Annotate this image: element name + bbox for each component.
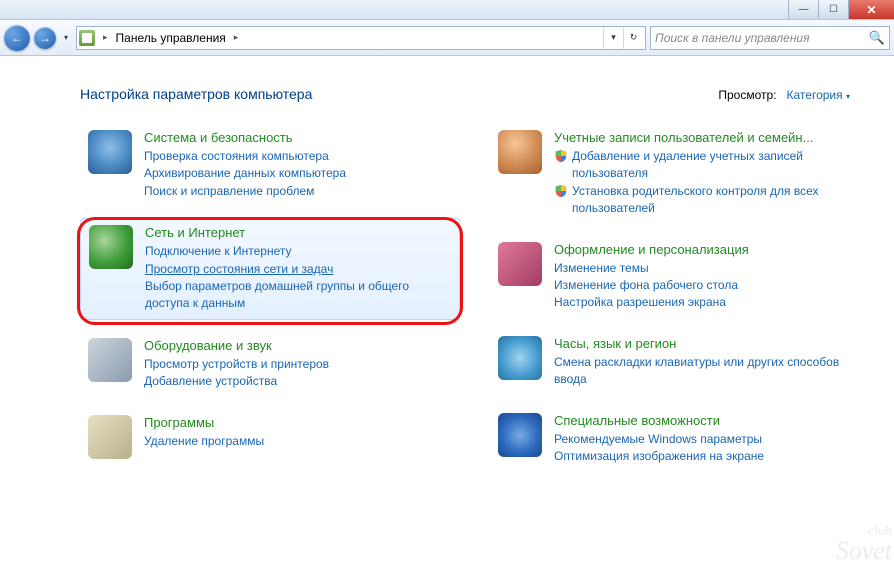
search-icon[interactable]: 🔍 <box>869 30 885 46</box>
network-icon <box>89 225 133 269</box>
category-sublink[interactable]: Установка родительского контроля для все… <box>554 183 862 218</box>
breadcrumb[interactable]: Панель управления <box>116 31 226 45</box>
search-input[interactable]: Поиск в панели управления 🔍 <box>650 26 890 50</box>
category-body: Оборудование и звук Просмотр устройств и … <box>144 338 452 391</box>
category-sublink[interactable]: Оптимизация изображения на экране <box>554 448 862 465</box>
navbar: ← → ▾ ▸ Панель управления ▸ ▾ ↻ Поиск в … <box>0 20 894 56</box>
category-sublink[interactable]: Настройка разрешения экрана <box>554 294 862 311</box>
category-sublink[interactable]: Рекомендуемые Windows параметры <box>554 431 862 448</box>
maximize-button[interactable]: ☐ <box>818 0 848 19</box>
control-panel-icon <box>79 30 95 46</box>
category-users: Учетные записи пользователей и семейн...… <box>490 124 870 224</box>
category-sublink[interactable]: Смена раскладки клавиатуры или других сп… <box>554 354 862 389</box>
category-sublink[interactable]: Подключение к Интернету <box>145 243 451 260</box>
category-programs: Программы Удаление программы <box>80 409 460 465</box>
category-clock: Часы, язык и регион Смена раскладки клави… <box>490 330 870 395</box>
category-title-link[interactable]: Система и безопасность <box>144 130 452 145</box>
header-row: Настройка параметров компьютера Просмотр… <box>80 86 870 102</box>
view-by-control[interactable]: Просмотр: Категория ▾ <box>718 88 850 102</box>
category-title-link[interactable]: Часы, язык и регион <box>554 336 862 351</box>
category-title-link[interactable]: Программы <box>144 415 452 430</box>
category-sublink[interactable]: Добавление устройства <box>144 373 452 390</box>
category-body: Система и безопасность Проверка состояния… <box>144 130 452 200</box>
category-appearance: Оформление и персонализация Изменение тем… <box>490 236 870 318</box>
category-body: Программы Удаление программы <box>144 415 452 459</box>
users-icon <box>498 130 542 174</box>
category-hardware: Оборудование и звук Просмотр устройств и … <box>80 332 460 397</box>
category-sublink[interactable]: Удаление программы <box>144 433 452 450</box>
category-sublink[interactable]: Поиск и исправление проблем <box>144 183 452 200</box>
category-access: Специальные возможности Рекомендуемые Win… <box>490 407 870 472</box>
category-sublink[interactable]: Изменение темы <box>554 260 862 277</box>
close-button[interactable]: ✕ <box>848 0 894 19</box>
category-sublink[interactable]: Просмотр устройств и принтеров <box>144 356 452 373</box>
category-sublink[interactable]: Архивирование данных компьютера <box>144 165 452 182</box>
category-system: Система и безопасность Проверка состояния… <box>80 124 460 206</box>
view-by-value[interactable]: Категория <box>787 88 843 102</box>
category-network: Сеть и Интернет Подключение к ИнтернетуПр… <box>80 218 460 320</box>
nav-back-button[interactable]: ← <box>4 25 30 51</box>
titlebar: — ☐ ✕ <box>0 0 894 20</box>
category-sublink[interactable]: Проверка состояния компьютера <box>144 148 452 165</box>
uac-shield-icon <box>554 149 568 163</box>
uac-shield-icon <box>554 184 568 198</box>
programs-icon <box>88 415 132 459</box>
category-sublink[interactable]: Добавление и удаление учетных записей по… <box>554 148 862 183</box>
clock-icon <box>498 336 542 380</box>
category-sublink[interactable]: Выбор параметров домашней группы и общег… <box>145 278 451 313</box>
refresh-button[interactable]: ↻ <box>623 27 643 49</box>
system-icon <box>88 130 132 174</box>
view-by-label: Просмотр: <box>718 88 776 102</box>
category-column-left: Система и безопасность Проверка состояния… <box>80 124 460 471</box>
nav-history-dropdown[interactable]: ▾ <box>60 28 72 48</box>
category-body: Сеть и Интернет Подключение к ИнтернетуПр… <box>145 225 451 313</box>
category-title-link[interactable]: Учетные записи пользователей и семейн... <box>554 130 862 145</box>
page-title: Настройка параметров компьютера <box>80 86 312 102</box>
category-title-link[interactable]: Оборудование и звук <box>144 338 452 353</box>
category-column-right: Учетные записи пользователей и семейн...… <box>490 124 870 471</box>
chevron-down-icon: ▾ <box>846 92 850 101</box>
category-title-link[interactable]: Специальные возможности <box>554 413 862 428</box>
watermark: club Sovet <box>836 526 892 562</box>
address-bar[interactable]: ▸ Панель управления ▸ ▾ ↻ <box>76 26 646 50</box>
category-body: Специальные возможности Рекомендуемые Win… <box>554 413 862 466</box>
category-body: Оформление и персонализация Изменение тем… <box>554 242 862 312</box>
access-icon <box>498 413 542 457</box>
category-title-link[interactable]: Оформление и персонализация <box>554 242 862 257</box>
breadcrumb-sep-icon: ▸ <box>99 32 112 43</box>
category-body: Учетные записи пользователей и семейн...… <box>554 130 862 218</box>
content-area: Настройка параметров компьютера Просмотр… <box>0 56 894 562</box>
category-sublink[interactable]: Изменение фона рабочего стола <box>554 277 862 294</box>
category-sublink-label: Установка родительского контроля для все… <box>572 183 862 218</box>
address-dropdown-button[interactable]: ▾ <box>603 27 623 49</box>
category-sublink[interactable]: Просмотр состояния сети и задач <box>145 261 451 278</box>
control-panel-window: — ☐ ✕ ← → ▾ ▸ Панель управления ▸ ▾ ↻ По… <box>0 0 894 562</box>
category-sublink-label: Добавление и удаление учетных записей по… <box>572 148 862 183</box>
minimize-button[interactable]: — <box>788 0 818 19</box>
hardware-icon <box>88 338 132 382</box>
breadcrumb-sep-icon[interactable]: ▸ <box>230 32 243 43</box>
appearance-icon <box>498 242 542 286</box>
category-title-link[interactable]: Сеть и Интернет <box>145 225 451 240</box>
nav-forward-button[interactable]: → <box>34 27 56 49</box>
search-placeholder: Поиск в панели управления <box>655 31 810 45</box>
category-body: Часы, язык и регион Смена раскладки клави… <box>554 336 862 389</box>
category-columns: Система и безопасность Проверка состояния… <box>80 124 870 471</box>
